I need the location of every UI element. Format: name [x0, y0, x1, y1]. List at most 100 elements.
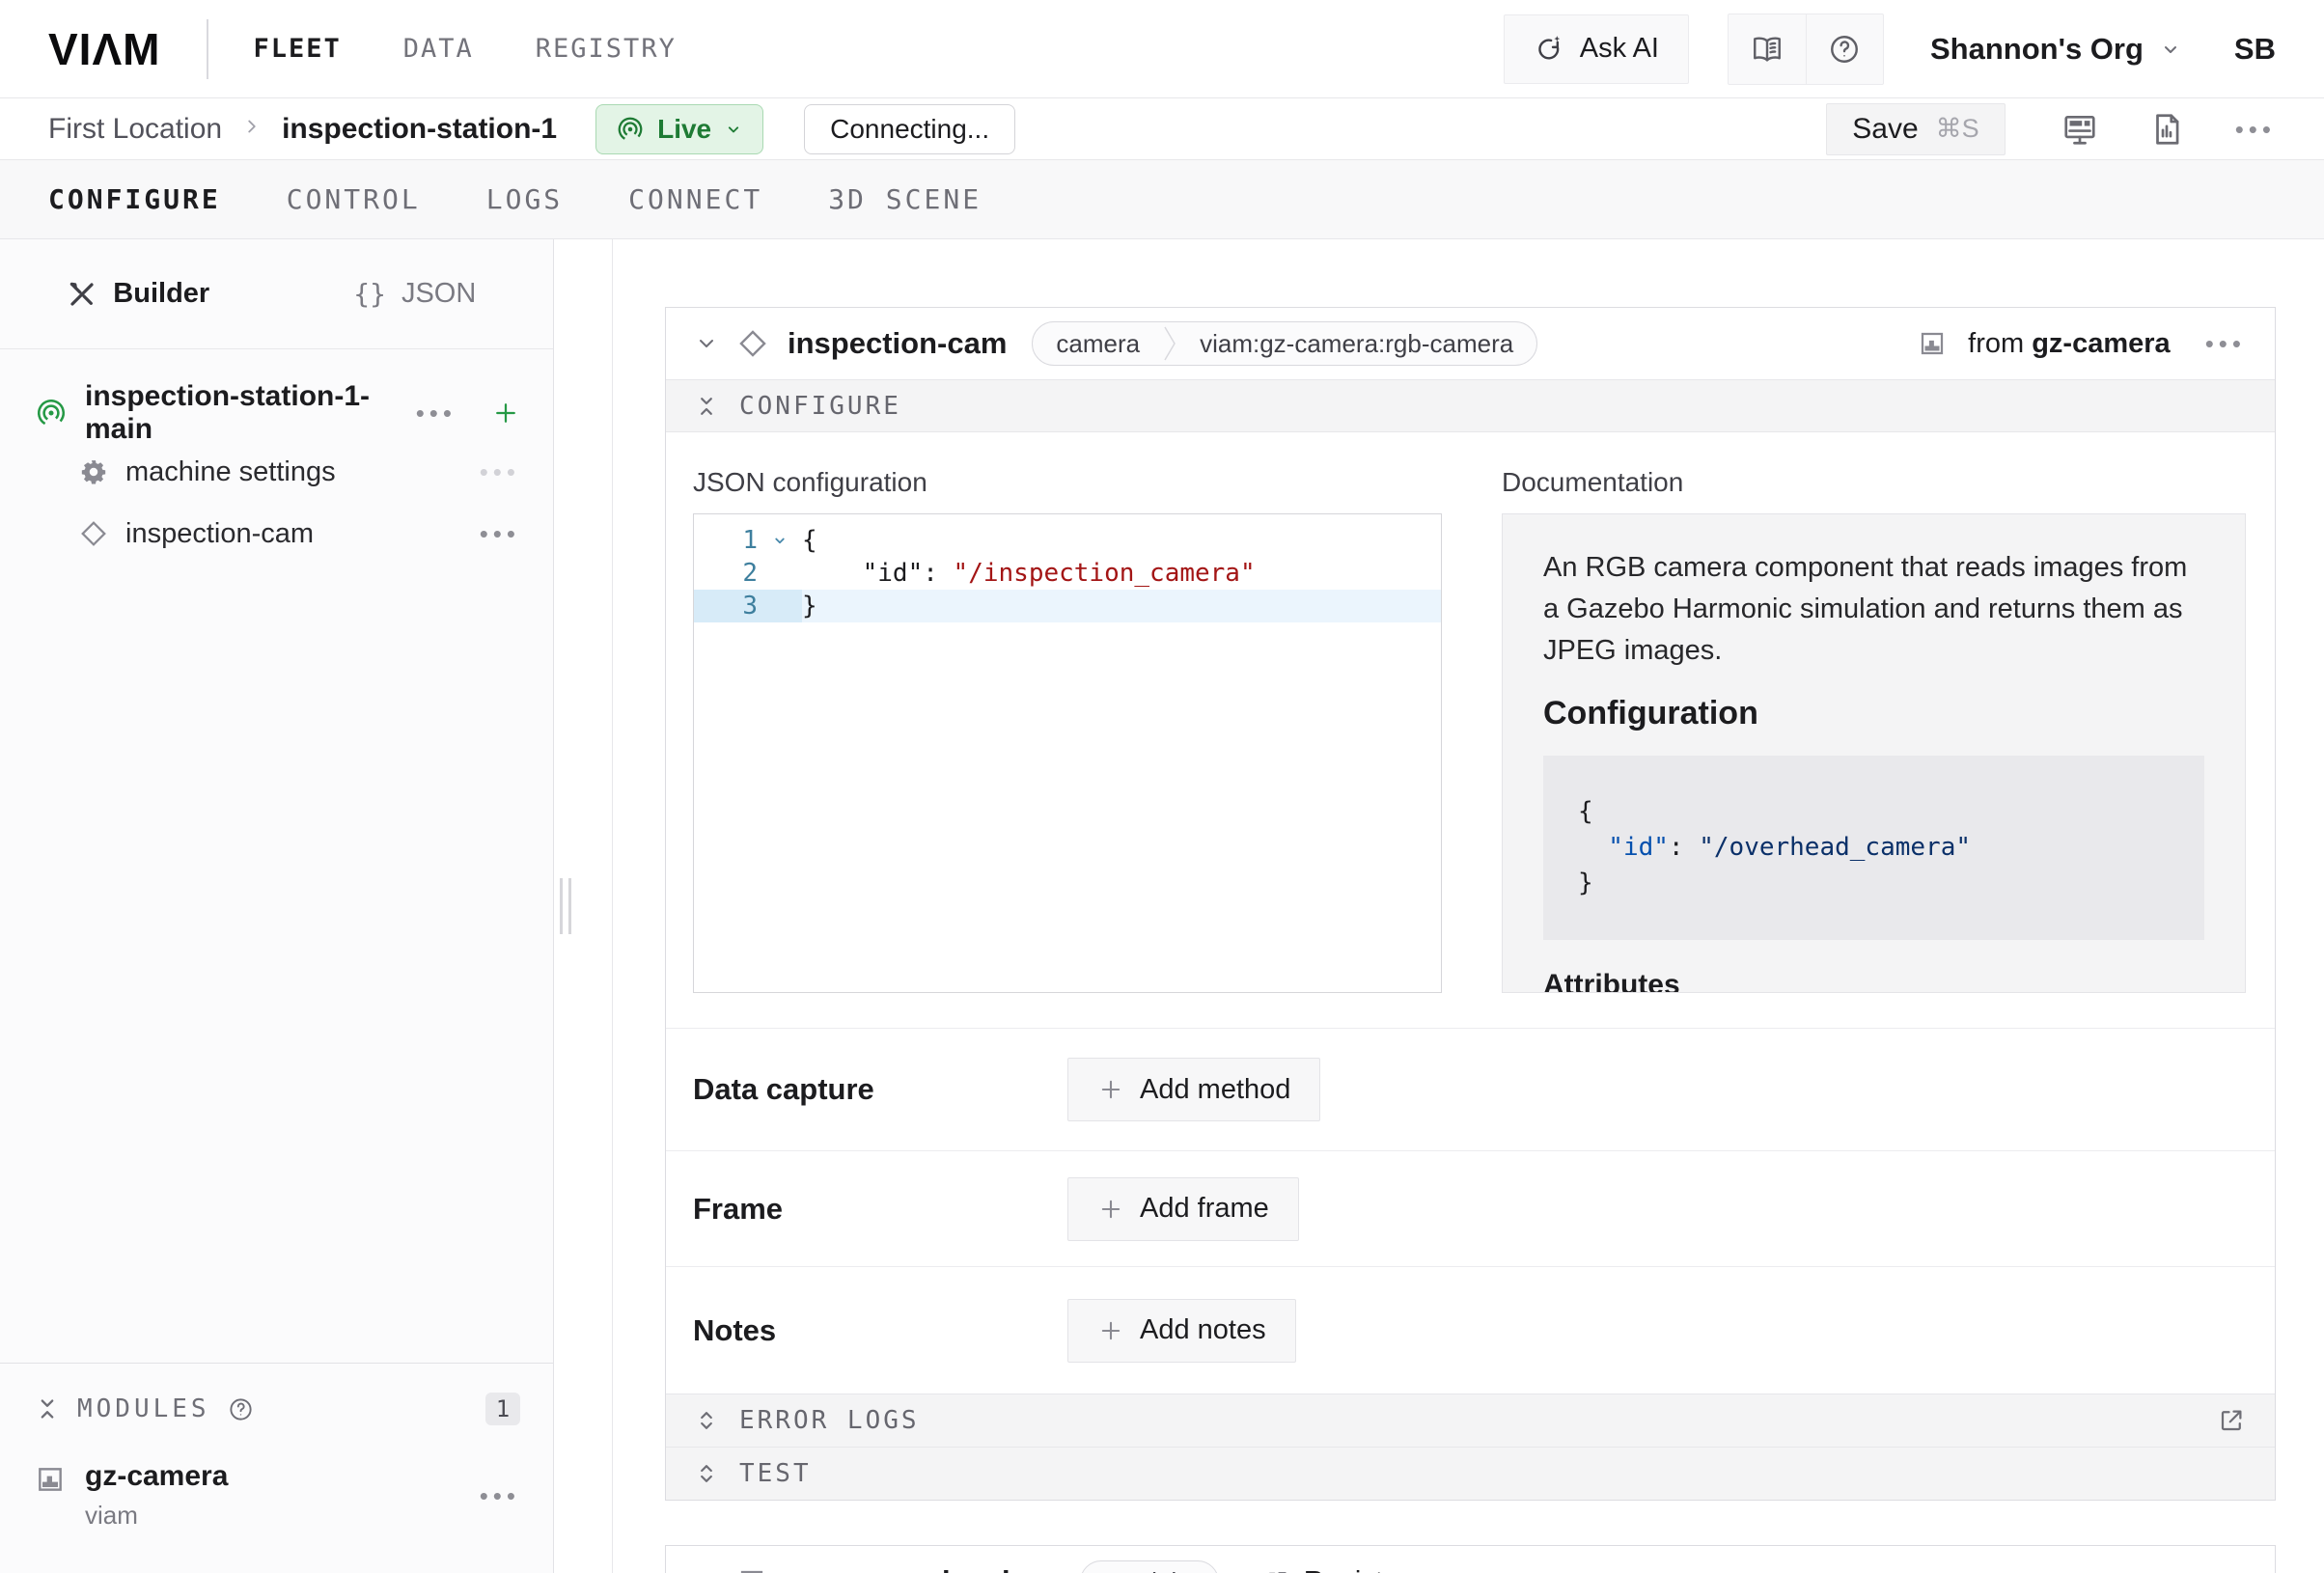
top-nav-right: Ask AI [1504, 14, 2276, 85]
json-config-column: JSON configuration 1 { [693, 467, 1442, 993]
tree-root-main-part[interactable]: inspection-station-1-main [35, 388, 520, 438]
diamond-icon [79, 519, 108, 548]
machine-name: inspection-station-1 [282, 113, 557, 146]
nav-item-registry[interactable]: REGISTRY [536, 34, 677, 64]
ask-ai-label: Ask AI [1580, 33, 1659, 65]
add-notes-button[interactable]: Add notes [1067, 1299, 1296, 1363]
main-panel: inspection-cam camera viam:gz-camera:rgb… [612, 239, 2324, 1573]
part-broadcast-icon [35, 397, 68, 429]
configure-section-bar[interactable]: CONFIGURE [666, 379, 2275, 432]
live-chevron-icon [724, 120, 743, 139]
file-chart-icon[interactable] [2148, 111, 2185, 148]
documentation-label: Documentation [1502, 467, 2246, 498]
error-logs-expand-icon [695, 1409, 718, 1432]
machine-settings-menu-icon[interactable] [480, 459, 520, 484]
tab-configure[interactable]: CONFIGURE [48, 183, 221, 215]
tree-root-menu-icon[interactable] [416, 400, 456, 426]
test-expand-icon [695, 1462, 718, 1485]
error-logs-external-link-icon[interactable] [2217, 1406, 2246, 1435]
test-bar[interactable]: TEST [666, 1447, 2275, 1500]
machine-bar-icons [2061, 111, 2276, 148]
docs-button[interactable] [1729, 14, 1806, 84]
module-list-item-gz-camera[interactable]: gz-camera viam [35, 1460, 520, 1531]
module-card-title: gz-camera by viam [786, 1564, 1053, 1573]
nav-item-fleet[interactable]: FLEET [253, 34, 341, 64]
machine-part-tree: inspection-station-1-main machine [0, 349, 553, 562]
builder-label: Builder [113, 278, 209, 310]
modules-help-icon[interactable] [228, 1396, 254, 1422]
component-menu-icon[interactable] [2205, 331, 2246, 356]
nav-item-data[interactable]: DATA [403, 34, 474, 64]
save-button[interactable]: Save ⌘S [1826, 103, 2005, 155]
chevron-down-icon [2159, 38, 2182, 61]
from-module-icon [1918, 329, 1947, 358]
from-module-text: from gz-camera [1968, 328, 2171, 360]
json-label: JSON [401, 278, 476, 310]
connecting-label: Connecting... [830, 114, 989, 145]
breadcrumb-separator-icon [241, 116, 263, 142]
registry-link[interactable]: Registry [1263, 1566, 1406, 1573]
ask-ai-button[interactable]: Ask AI [1504, 14, 1689, 84]
doc-code-block: { "id": "/overhead_camera" } [1543, 756, 2204, 940]
add-frame-label: Add frame [1140, 1193, 1269, 1225]
inspection-cam-menu-icon[interactable] [480, 521, 520, 546]
json-config-label: JSON configuration [693, 467, 1442, 498]
live-broadcast-icon [616, 115, 645, 144]
collapse-icon[interactable] [35, 1396, 60, 1421]
component-card-inspection-cam: inspection-cam camera viam:gz-camera:rgb… [665, 307, 2276, 1501]
help-button[interactable] [1806, 14, 1883, 84]
builder-tools-icon [67, 279, 97, 310]
component-type-pill: camera viam:gz-camera:rgb-camera [1032, 321, 1537, 366]
tree-item-inspection-cam[interactable]: inspection-cam [35, 506, 520, 562]
json-mode-button[interactable]: {} JSON [277, 239, 554, 348]
add-frame-button[interactable]: Add frame [1067, 1177, 1299, 1241]
connecting-button[interactable]: Connecting... [804, 104, 1015, 154]
inspection-cam-label: inspection-cam [125, 518, 314, 550]
sidebar-resize-handle[interactable] [560, 878, 571, 934]
breadcrumb-location[interactable]: First Location [48, 113, 222, 146]
fold-chevron-icon[interactable] [758, 524, 802, 557]
configure-content: JSON configuration 1 { [666, 432, 2275, 1028]
user-avatar[interactable]: SB [2234, 32, 2276, 67]
tab-control[interactable]: CONTROL [287, 183, 421, 215]
viam-app: VIΛM FLEET DATA REGISTRY Ask AI [0, 0, 2324, 1573]
tab-connect[interactable]: CONNECT [628, 183, 762, 215]
card-collapse-chevron-icon[interactable] [695, 332, 718, 355]
live-label: Live [657, 114, 711, 145]
module-menu-icon[interactable] [480, 1483, 520, 1508]
json-config-editor[interactable]: 1 { 2 "id": "/inspection_camera" [693, 513, 1442, 993]
viam-logo[interactable]: VIΛM [48, 23, 160, 75]
frame-row: Frame Add frame [666, 1150, 2275, 1266]
monitor-icon[interactable] [2061, 111, 2098, 148]
ask-ai-icon [1534, 34, 1564, 65]
error-logs-bar[interactable]: ERROR LOGS [666, 1394, 2275, 1447]
module-org: viam [85, 1501, 228, 1531]
add-component-icon[interactable] [491, 399, 520, 428]
live-status-dropdown[interactable]: Live [595, 104, 763, 154]
test-title: TEST [739, 1459, 812, 1488]
module-card-gz-camera: gz-camera by viam module Registry [665, 1545, 2276, 1573]
error-logs-title: ERROR LOGS [739, 1406, 920, 1435]
builder-mode-button[interactable]: Builder [0, 239, 277, 348]
doc-attributes-heading: Attributes [1543, 969, 2204, 993]
add-method-button[interactable]: Add method [1067, 1058, 1320, 1121]
tab-logs[interactable]: LOGS [486, 183, 563, 215]
tree-root-label: inspection-station-1-main [85, 380, 399, 446]
org-switcher[interactable]: Shannon's Org [1930, 32, 2182, 67]
module-name: gz-camera [85, 1460, 228, 1493]
modules-header: MODULES 1 [35, 1393, 520, 1425]
modules-section: MODULES 1 [0, 1363, 553, 1573]
module-card-menu-icon[interactable] [2205, 1569, 2246, 1573]
module-icon [35, 1464, 66, 1531]
editor-line-3: 3 } [694, 590, 1441, 622]
pill-separator [1163, 321, 1176, 366]
sidebar-gutter [554, 239, 612, 1573]
tab-3d-scene[interactable]: 3D SCENE [828, 183, 982, 215]
add-notes-label: Add notes [1140, 1314, 1266, 1346]
documentation-panel[interactable]: An RGB camera component that reads image… [1502, 513, 2246, 993]
tree-item-machine-settings[interactable]: machine settings [35, 444, 520, 500]
module-tag-pill: module [1080, 1560, 1218, 1573]
machine-tabs: CONFIGURE CONTROL LOGS CONNECT 3D SCENE [0, 160, 2324, 239]
component-title: inspection-cam [788, 326, 1007, 361]
more-options-icon[interactable] [2235, 117, 2276, 142]
